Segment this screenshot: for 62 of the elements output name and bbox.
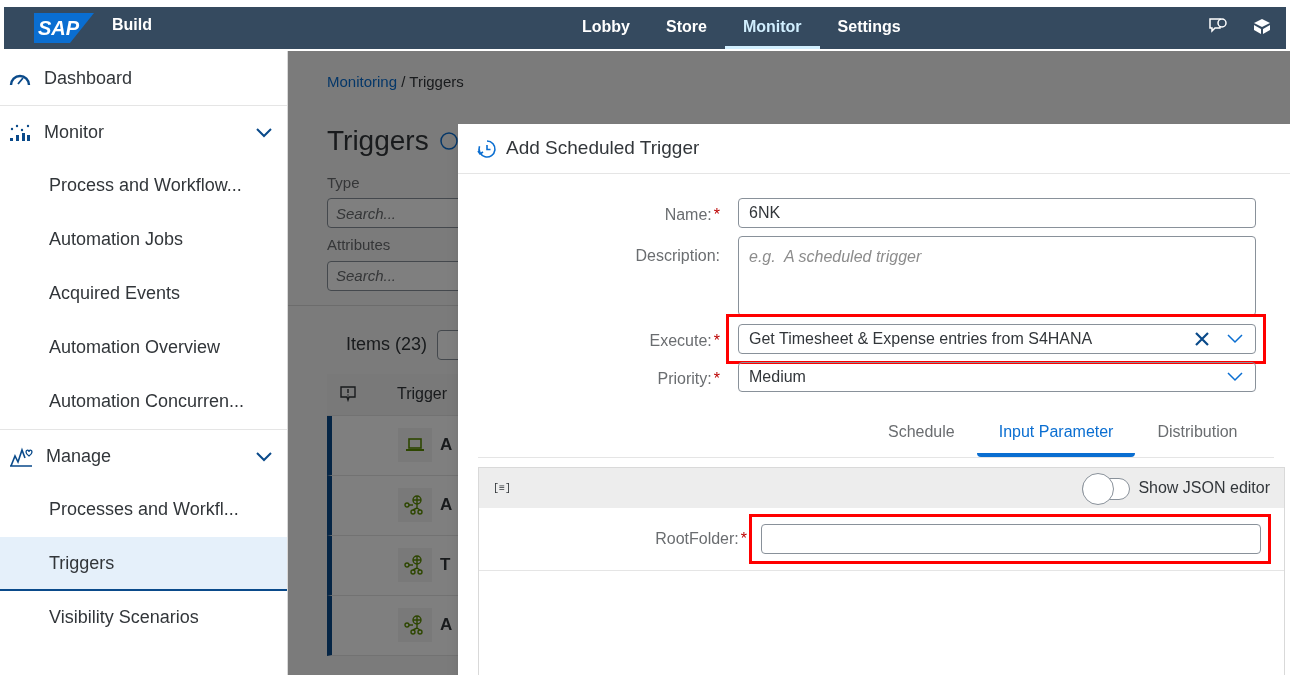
required-mark: * [713, 205, 720, 225]
clock-icon [476, 137, 498, 160]
sidebar-item[interactable]: Process and Workflow... [0, 159, 287, 213]
tab[interactable]: Distribution [1135, 410, 1260, 457]
sidebar-item[interactable]: Automation Overview [0, 321, 287, 375]
sidebar-item[interactable]: Dashboard [0, 51, 287, 105]
filter-label: Attributes [327, 235, 391, 255]
sidebar-item[interactable]: Automation Jobs [0, 213, 287, 267]
table-cell-text: T [440, 554, 451, 577]
clear-icon[interactable] [1195, 332, 1209, 346]
dialog-title: Add Scheduled Trigger [506, 136, 700, 161]
tab[interactable]: Schedule [866, 410, 977, 457]
filter-label: Type [327, 172, 360, 193]
sidebar-item[interactable]: Triggers [0, 537, 287, 591]
network-icon [404, 615, 426, 635]
sidebar-item[interactable]: Processes and Workfl... [0, 483, 287, 537]
table-cell-text: A [440, 494, 453, 517]
required-mark: * [740, 529, 747, 549]
nav-tab[interactable]: Store [648, 7, 725, 49]
tab[interactable]: Input Parameter [976, 410, 1136, 457]
required-mark: * [713, 369, 720, 389]
select-field[interactable]: Medium [738, 362, 1256, 392]
field-label: Description: [635, 246, 720, 266]
sidebar-item[interactable]: Visibility Scenarios [0, 591, 287, 645]
alert-icon[interactable] [339, 386, 357, 402]
dropdown-icon[interactable] [1227, 334, 1243, 344]
column-header[interactable]: Trigger [397, 382, 448, 406]
required-mark: * [713, 331, 720, 351]
chart-icon [8, 122, 32, 143]
laptop-icon [405, 437, 425, 453]
network-icon [404, 555, 426, 575]
description-field[interactable]: e.g. A scheduled trigger [738, 236, 1256, 316]
items-count: Items (23) [346, 333, 428, 356]
table-cell-text: A [440, 434, 453, 457]
table-cell-text: A [440, 614, 453, 637]
chevron-icon[interactable] [255, 450, 273, 463]
nav-tab[interactable]: Settings [819, 7, 919, 49]
dropdown-icon[interactable] [1227, 372, 1243, 382]
root-folder-field[interactable] [761, 524, 1261, 554]
sidebar-item[interactable]: Acquired Events [0, 267, 287, 321]
combo-box[interactable]: Get Timesheet & Expense entries from S4HANA [738, 324, 1256, 354]
product-name: Build [112, 15, 152, 35]
feedback-icon[interactable] [1208, 17, 1228, 35]
form-icon[interactable]: [≡] [493, 480, 511, 496]
field-label: Priority: [657, 369, 712, 389]
sidebar-item[interactable]: Monitor [0, 105, 287, 159]
sidebar-item[interactable]: Manage [0, 429, 287, 483]
cube-icon[interactable] [1252, 17, 1272, 35]
network-icon [404, 495, 426, 515]
field-label: Name: [664, 205, 712, 225]
nav-tab[interactable]: Lobby [564, 7, 648, 49]
breadcrumb-current: / Triggers [401, 73, 464, 90]
info-icon[interactable] [438, 130, 459, 151]
field-label: RootFolder: [655, 529, 739, 549]
chevron-icon[interactable] [255, 126, 273, 139]
page-title: Triggers [327, 123, 429, 158]
field-label: Execute: [649, 331, 712, 351]
toggle-switch[interactable] [1082, 473, 1131, 505]
toggle-label: Show JSON editor [1138, 478, 1270, 498]
sidebar-item[interactable]: Automation Concurren... [0, 375, 287, 429]
name-field[interactable]: 6NK [738, 198, 1256, 228]
sap-logo[interactable]: SAP [34, 13, 94, 43]
